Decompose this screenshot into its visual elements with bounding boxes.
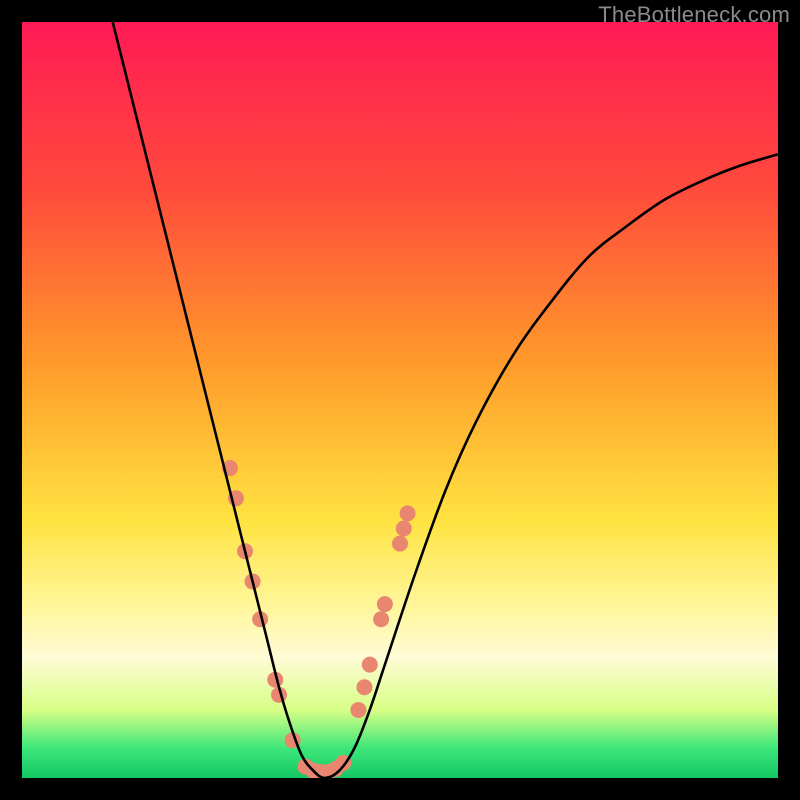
data-marker [356,679,372,695]
data-marker [350,702,366,718]
plot-area [22,22,778,778]
bottleneck-curve [113,22,778,778]
data-marker [362,657,378,673]
watermark-text: TheBottleneck.com [598,2,790,28]
chart-svg [22,22,778,778]
data-marker [396,521,412,537]
data-marker [392,536,408,552]
data-marker [400,505,416,521]
data-markers [222,460,416,778]
data-marker [373,611,389,627]
data-marker [377,596,393,612]
